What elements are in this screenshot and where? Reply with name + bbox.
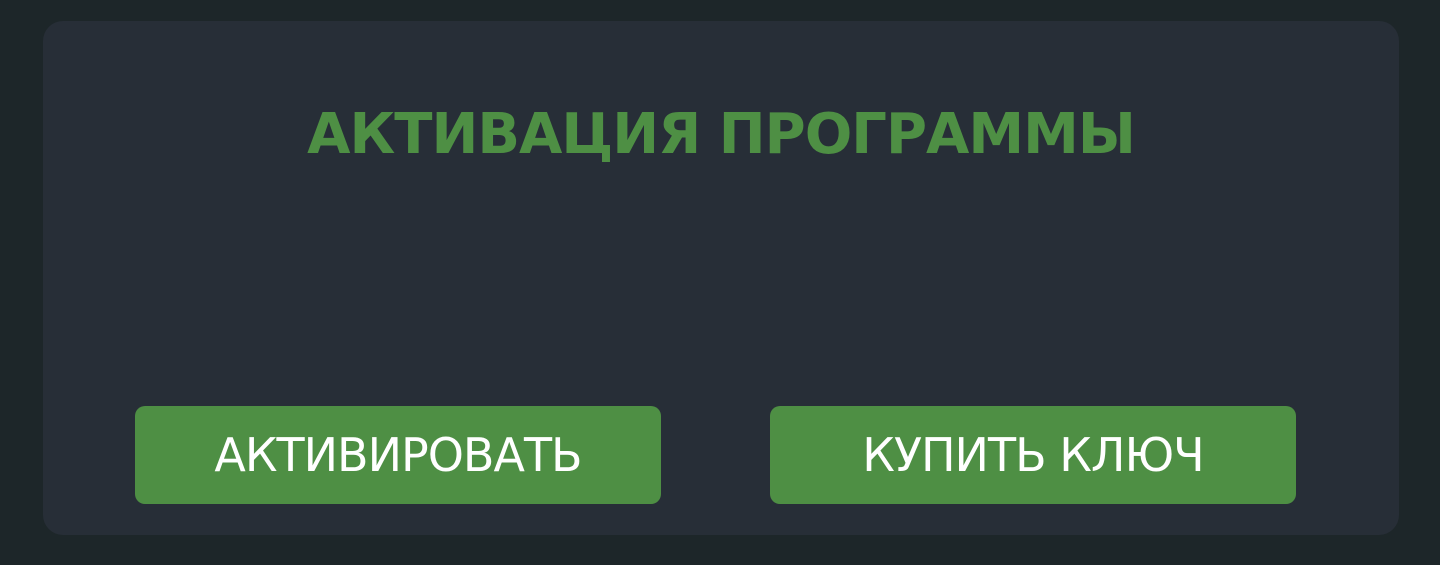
activate-button[interactable]: АКТИВИРОВАТЬ (135, 406, 661, 504)
buy-key-button[interactable]: КУПИТЬ КЛЮЧ (770, 406, 1296, 504)
dialog-title: АКТИВАЦИЯ ПРОГРАММЫ (307, 102, 1136, 167)
activation-dialog: АКТИВАЦИЯ ПРОГРАММЫ АКТИВИРОВАТЬ КУПИТЬ … (43, 21, 1399, 535)
